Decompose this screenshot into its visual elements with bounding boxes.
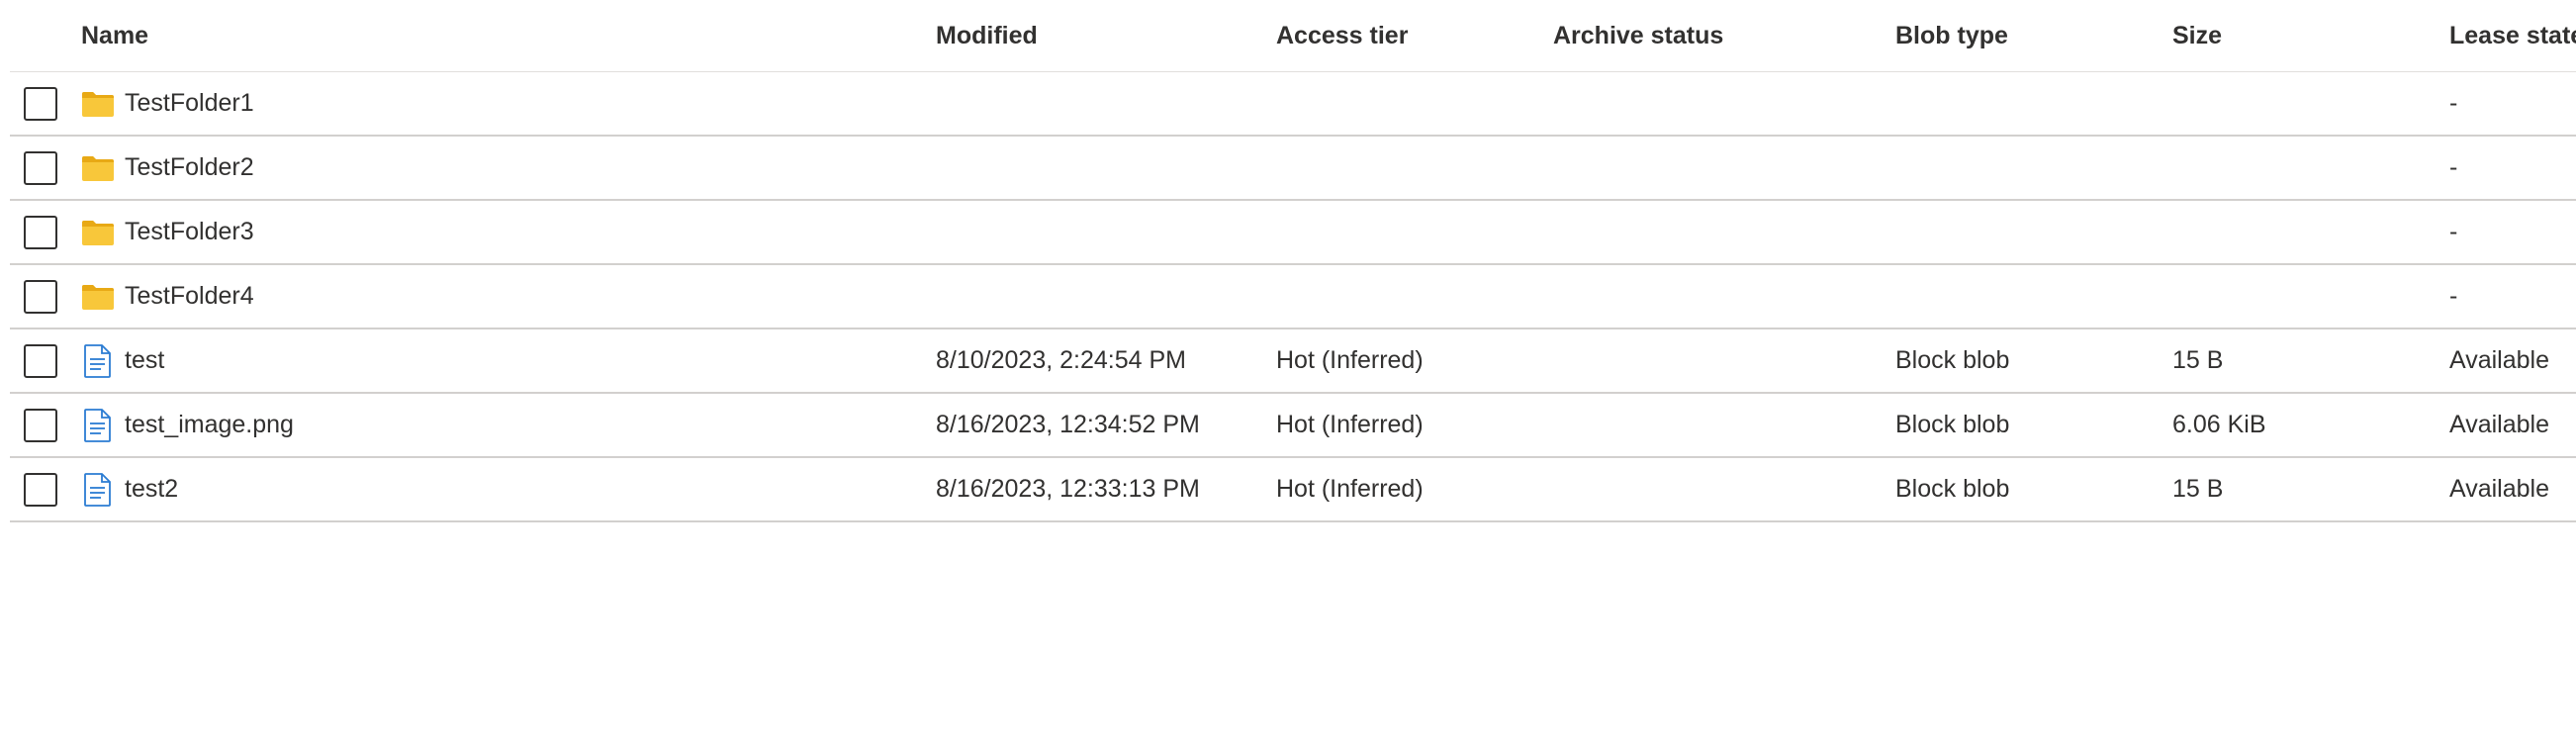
row-checkbox[interactable] [24,279,57,314]
lease-state-cell: - [2449,218,2458,245]
table-row[interactable]: test2 8/16/2023, 12:33:13 PM Hot (Inferr… [10,458,2576,522]
row-select-cell [24,265,63,328]
modified-cell: 8/16/2023, 12:34:52 PM [936,411,1200,438]
lease-state-cell: Available [2449,475,2550,503]
table-row[interactable]: test_image.png 8/16/2023, 12:34:52 PM Ho… [10,394,2576,458]
table-row[interactable]: TestFolder4 - [10,265,2576,329]
blob-type-cell: Block blob [1895,346,2010,374]
access-tier-cell: Hot (Inferred) [1276,411,1424,438]
name-cell: test2 [81,458,178,520]
name-cell: TestFolder2 [81,137,254,199]
item-name-link[interactable]: TestFolder1 [125,89,254,118]
item-name-link[interactable]: TestFolder3 [125,218,254,246]
row-checkbox[interactable] [24,150,57,185]
grid-body: TestFolder1 - TestFolder2 - TestFolder3 … [10,72,2576,522]
size-cell: 15 B [2172,475,2224,503]
document-icon [81,343,115,378]
document-icon [81,408,115,442]
table-row[interactable]: test 8/10/2023, 2:24:54 PM Hot (Inferred… [10,329,2576,394]
column-header-access-tier[interactable]: Access tier [1276,0,1408,71]
blob-type-cell: Block blob [1895,475,2010,503]
lease-state-cell: Available [2449,411,2550,438]
modified-cell: 8/10/2023, 2:24:54 PM [936,346,1186,374]
name-cell: TestFolder3 [81,201,254,263]
column-header-lease-state[interactable]: Lease state [2449,0,2576,71]
lease-state-cell: - [2449,282,2458,310]
item-name-link[interactable]: test [125,346,164,375]
table-row[interactable]: TestFolder1 - [10,72,2576,137]
table-row[interactable]: TestFolder2 - [10,137,2576,201]
name-cell: TestFolder4 [81,265,254,328]
row-select-cell [24,72,63,135]
column-header-modified[interactable]: Modified [936,0,1038,71]
column-header-archive-status[interactable]: Archive status [1553,0,1723,71]
blob-type-cell: Block blob [1895,411,2010,438]
column-header-size[interactable]: Size [2172,0,2222,71]
name-cell: test_image.png [81,394,294,456]
name-cell: test [81,329,164,392]
access-tier-cell: Hot (Inferred) [1276,475,1424,503]
lease-state-cell: Available [2449,346,2550,374]
folder-icon [81,151,115,185]
lease-state-cell: - [2449,153,2458,181]
row-checkbox[interactable] [24,215,57,249]
row-select-cell [24,201,63,263]
row-checkbox[interactable] [24,86,57,121]
item-name-link[interactable]: test_image.png [125,411,294,439]
column-header-name[interactable]: Name [81,0,148,71]
name-cell: TestFolder1 [81,72,254,135]
grid-header: Name Modified Access tier Archive status… [10,0,2576,72]
lease-state-cell: - [2449,89,2458,117]
folder-icon [81,87,115,121]
folder-icon [81,216,115,249]
row-checkbox[interactable] [24,343,57,378]
item-name-link[interactable]: test2 [125,475,178,504]
row-select-cell [24,329,63,392]
size-cell: 15 B [2172,346,2224,374]
size-cell: 6.06 KiB [2172,411,2266,438]
column-header-blob-type[interactable]: Blob type [1895,0,2008,71]
folder-icon [81,280,115,314]
item-name-link[interactable]: TestFolder4 [125,282,254,311]
access-tier-cell: Hot (Inferred) [1276,346,1424,374]
row-checkbox[interactable] [24,408,57,442]
blob-list-grid: Name Modified Access tier Archive status… [10,0,2576,522]
row-checkbox[interactable] [24,472,57,507]
row-select-cell [24,137,63,199]
item-name-link[interactable]: TestFolder2 [125,153,254,182]
row-select-cell [24,394,63,456]
document-icon [81,472,115,507]
modified-cell: 8/16/2023, 12:33:13 PM [936,475,1200,503]
row-select-cell [24,458,63,520]
table-row[interactable]: TestFolder3 - [10,201,2576,265]
